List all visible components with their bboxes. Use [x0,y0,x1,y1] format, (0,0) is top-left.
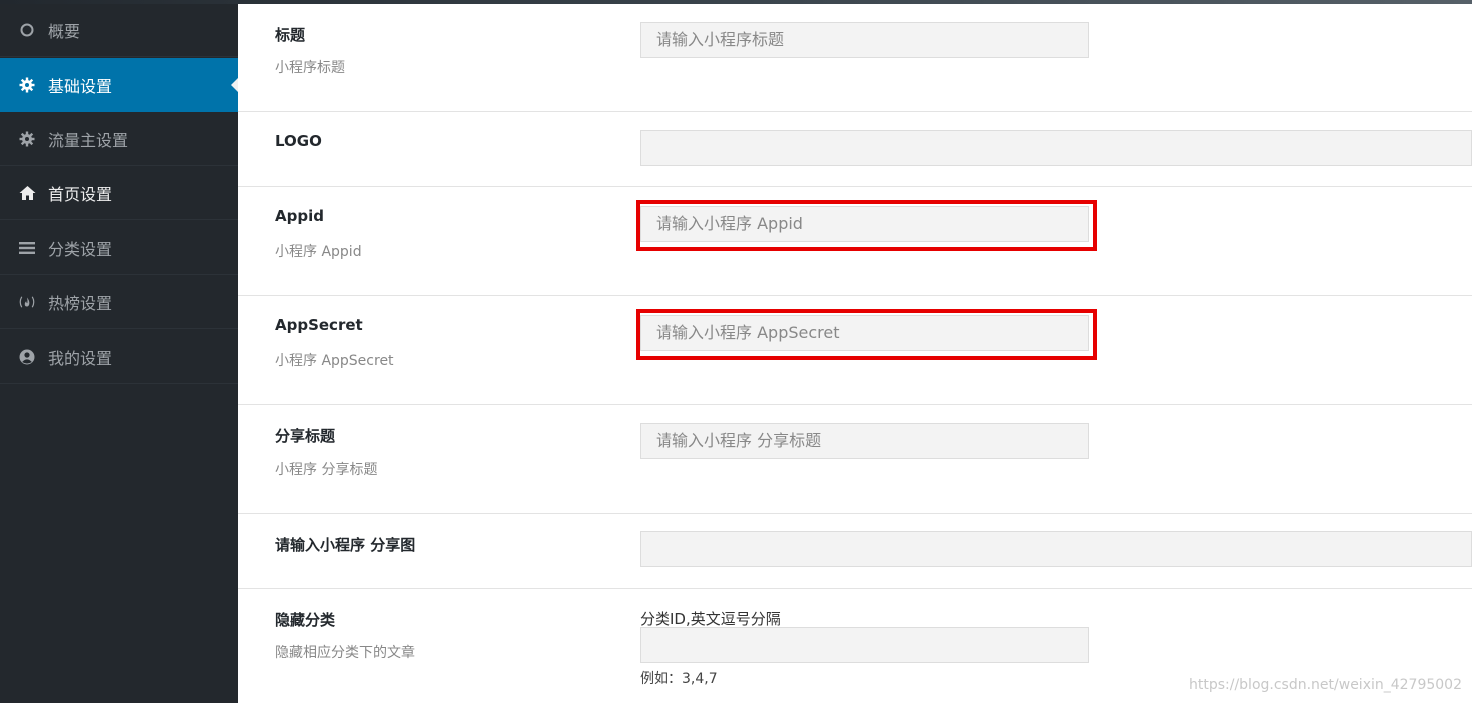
form-row-title: 标题 小程序标题 请输入小程序标题 [238,0,1472,112]
form-row-appid: Appid 小程序 Appid 请输入小程序 Appid [238,187,1472,296]
appid-input[interactable]: 请输入小程序 Appid [640,206,1089,242]
field-label: 标题 [275,26,306,44]
sidebar-item-hot-list-settings[interactable]: 热榜设置 [0,275,238,329]
gear-icon [18,76,36,94]
share-title-input[interactable]: 请输入小程序 分享标题 [640,423,1089,459]
form-row-share-image: 请输入小程序 分享图 [238,514,1472,589]
field-example: 例如：3,4,7 [640,671,718,687]
field-note: 分类ID,英文逗号分隔 [640,610,781,628]
field-description: 隐藏相应分类下的文章 [275,645,415,661]
sidebar-item-my-settings[interactable]: 我的设置 [0,330,238,384]
field-description: 小程序 Appid [275,244,362,260]
field-label: Appid [275,207,324,225]
field-description: 小程序 AppSecret [275,353,394,369]
sidebar-item-label: 流量主设置 [48,130,129,150]
sidebar: 概要 基础设置 流量主设置 首页设置 分类设置 热榜设置 我的设置 [0,0,238,703]
user-circle-icon [18,348,36,366]
field-description: 小程序标题 [275,60,345,76]
sidebar-item-label: 热榜设置 [48,293,113,313]
settings-form: 标题 小程序标题 请输入小程序标题 LOGO Appid 小程序 Appid 请… [238,0,1472,703]
title-input[interactable]: 请输入小程序标题 [640,22,1089,58]
fire-broadcast-icon [18,293,36,311]
appsecret-input[interactable]: 请输入小程序 AppSecret [640,315,1089,351]
sidebar-item-basic-settings[interactable]: 基础设置 [0,58,238,112]
top-bar [0,0,1472,4]
form-row-appsecret: AppSecret 小程序 AppSecret 请输入小程序 AppSecret [238,296,1472,405]
field-description: 小程序 分享标题 [275,462,378,478]
logo-input[interactable] [640,130,1472,166]
home-icon [18,184,36,202]
field-label: LOGO [275,132,322,150]
circle-outline-icon [18,21,36,39]
bars-icon [18,239,36,257]
sidebar-item-label: 我的设置 [48,348,113,368]
field-label: AppSecret [275,316,363,334]
form-row-logo: LOGO [238,112,1472,187]
form-row-share-title: 分享标题 小程序 分享标题 请输入小程序 分享标题 [238,405,1472,514]
sidebar-item-overview[interactable]: 概要 [0,3,238,57]
field-label: 请输入小程序 分享图 [275,536,416,554]
sidebar-item-label: 概要 [48,21,81,41]
sidebar-item-label: 首页设置 [48,184,113,204]
sidebar-item-category-settings[interactable]: 分类设置 [0,221,238,275]
field-label: 隐藏分类 [275,611,336,629]
gear-icon [18,130,36,148]
sidebar-item-traffic-settings[interactable]: 流量主设置 [0,112,238,166]
field-label: 分享标题 [275,427,336,445]
share-image-input[interactable] [640,531,1472,567]
sidebar-item-label: 基础设置 [48,77,113,96]
sidebar-item-label: 分类设置 [48,239,113,259]
hide-category-input[interactable] [640,627,1089,663]
watermark: https://blog.csdn.net/weixin_42795002 [1188,677,1462,693]
sidebar-item-home-settings[interactable]: 首页设置 [0,166,238,220]
